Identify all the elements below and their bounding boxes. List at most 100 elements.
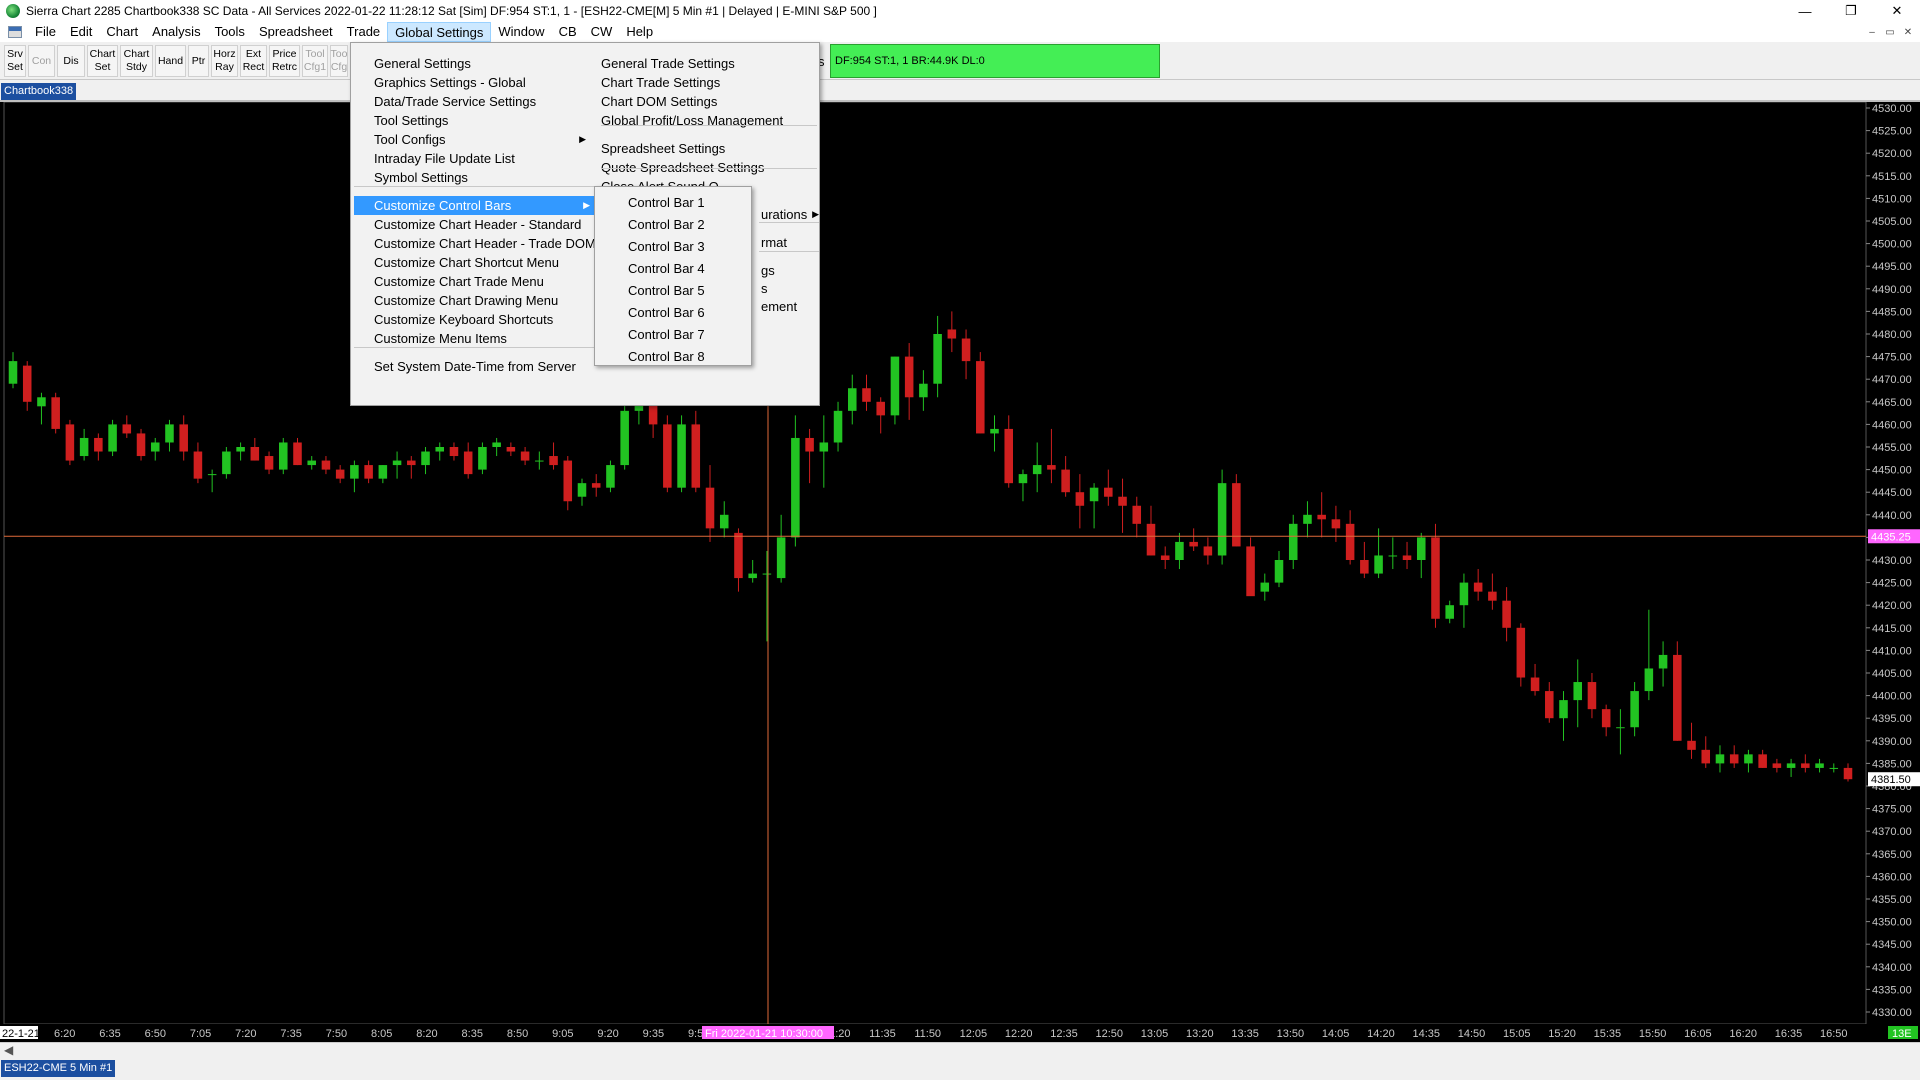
candle-down: [1345, 523, 1355, 560]
price-tick-label: 4480.00: [1872, 329, 1912, 341]
title-bar: Sierra Chart 2285 Chartbook338 SC Data -…: [0, 0, 1920, 22]
menu-help[interactable]: Help: [619, 22, 660, 42]
price-tick-label: 4455.00: [1872, 442, 1912, 454]
menu-item-customize-chart-drawing-menu[interactable]: Customize Chart Drawing Menu: [354, 291, 594, 310]
menu-item-customize-chart-trade-menu[interactable]: Customize Chart Trade Menu: [354, 272, 594, 291]
menu-item-customize-chart-shortcut-menu[interactable]: Customize Chart Shortcut Menu: [354, 253, 594, 272]
menu-item-general-settings[interactable]: General Settings: [354, 54, 594, 73]
menu-item-general-trade-settings[interactable]: General Trade Settings: [601, 54, 817, 73]
scroll-left-arrow-icon[interactable]: ◀: [4, 1043, 13, 1057]
menu-item-tool-settings[interactable]: Tool Settings: [354, 111, 594, 130]
menu-item-control-bar-2[interactable]: Control Bar 2: [595, 215, 751, 234]
menu-item-chart-trade-settings[interactable]: Chart Trade Settings: [601, 73, 817, 92]
menu-item-control-bar-8[interactable]: Control Bar 8: [595, 347, 751, 366]
time-tick-label: 11:50: [914, 1028, 941, 1040]
price-tick-label: 4525.00: [1872, 126, 1912, 138]
candle-down: [51, 397, 60, 429]
menu-item-customize-chart-header-standard[interactable]: Customize Chart Header - Standard: [354, 215, 594, 234]
menu-item-set-system-date-time-from-server[interactable]: Set System Date-Time from Server: [354, 357, 594, 376]
toolbar-button-srv-set[interactable]: Srv Set: [4, 45, 26, 77]
candle-up: [719, 514, 729, 529]
submenu-arrow-icon: ▶: [579, 134, 586, 144]
menu-item-control-bar-7[interactable]: Control Bar 7: [595, 325, 751, 344]
price-chart[interactable]: 4530.00 4525.00 4520.00 4515.00 4510.00 4505.…: [0, 102, 1920, 1042]
menu-global-settings[interactable]: Global Settings: [387, 22, 492, 42]
menu-item-intraday-file-update-list[interactable]: Intraday File Update List: [354, 149, 594, 168]
candle-down: [705, 487, 715, 529]
candle-up: [1445, 605, 1454, 619]
toolbar-button-ptr[interactable]: Ptr: [188, 45, 209, 77]
system-menu-icon[interactable]: [8, 26, 22, 38]
candle-up: [492, 442, 501, 447]
candle-down: [1402, 555, 1412, 560]
toolbar-button-too-cfg[interactable]: Too Cfg: [330, 45, 348, 77]
menu-item-s[interactable]: s: [761, 279, 821, 298]
price-tick-label: 4470.00: [1872, 374, 1912, 386]
menu-cb[interactable]: CB: [552, 22, 584, 42]
menu-item-label: ement: [761, 299, 798, 314]
menu-spreadsheet[interactable]: Spreadsheet: [252, 22, 340, 42]
menu-item-customize-control-bars[interactable]: Customize Control Bars ▶: [354, 196, 598, 215]
menu-item-tool-configs[interactable]: Tool Configs ▶: [354, 130, 594, 149]
candle-down: [1104, 487, 1113, 497]
menu-analysis[interactable]: Analysis: [145, 22, 207, 42]
candle-down: [94, 437, 103, 452]
menu-item-gs[interactable]: gs: [761, 261, 821, 280]
menu-item-control-bar-6[interactable]: Control Bar 6: [595, 303, 751, 322]
mdi-close-button[interactable]: ✕: [1900, 24, 1916, 40]
menu-item-control-bar-5[interactable]: Control Bar 5: [595, 281, 751, 300]
toolbar-button-tool-cfg1[interactable]: Tool Cfg1: [302, 45, 328, 77]
chart-svg[interactable]: 4530.00 4525.00 4520.00 4515.00 4510.00 4505.…: [0, 102, 1920, 1042]
close-button[interactable]: ✕: [1874, 0, 1920, 22]
toolbar-button-con[interactable]: Con: [28, 45, 55, 77]
minimize-button[interactable]: —: [1782, 0, 1828, 22]
mdi-minimize-button[interactable]: –: [1864, 24, 1880, 40]
candle-down: [1232, 483, 1241, 547]
toolbar-button-hand[interactable]: Hand: [155, 45, 186, 77]
menu-item-control-bar-3[interactable]: Control Bar 3: [595, 237, 751, 256]
candle-up: [1630, 691, 1639, 728]
time-tick-label: 14:05: [1322, 1028, 1350, 1040]
menu-item-label: Customize Keyboard Shortcuts: [374, 312, 554, 327]
menu-item-data-trade-service-settings[interactable]: Data/Trade Service Settings: [354, 92, 594, 111]
menu-window[interactable]: Window: [491, 22, 551, 42]
chartbook-tab[interactable]: Chartbook338: [1, 83, 77, 100]
candle-up: [1616, 727, 1625, 729]
toolbar-button-price-retrc[interactable]: Price Retrc: [269, 45, 300, 77]
menu-item-customize-keyboard-shortcuts[interactable]: Customize Keyboard Shortcuts: [354, 310, 594, 329]
candle-up: [236, 447, 245, 452]
toolbar-button-chart-stdy[interactable]: Chart Stdy: [120, 45, 153, 77]
menu-item-ement[interactable]: ement: [761, 297, 821, 316]
toolbar-button-chart-set[interactable]: Chart Set: [87, 45, 118, 77]
candle-up: [677, 424, 686, 488]
toolbar-button-horz-ray[interactable]: Horz Ray: [211, 45, 238, 77]
menu-item-chart-dom-settings[interactable]: Chart DOM Settings: [601, 92, 817, 111]
horizontal-scrollbar[interactable]: ◀: [0, 1042, 1920, 1058]
menu-item-customize-menu-items[interactable]: Customize Menu Items: [354, 329, 594, 348]
menu-edit[interactable]: Edit: [63, 22, 99, 42]
menu-item-control-bar-1[interactable]: Control Bar 1: [595, 193, 751, 212]
menu-item-control-bar-4[interactable]: Control Bar 4: [595, 259, 751, 278]
time-tick-label: 12:50: [1095, 1028, 1123, 1040]
candle-up: [776, 537, 786, 579]
menu-item-customize-chart-header-trade-dom[interactable]: Customize Chart Header - Trade DOM: [354, 234, 596, 253]
menu-trade[interactable]: Trade: [340, 22, 387, 42]
time-tick-label: 9:35: [643, 1028, 664, 1040]
menu-file[interactable]: File: [28, 22, 63, 42]
menu-tools[interactable]: Tools: [208, 22, 252, 42]
candle-down: [1160, 555, 1170, 560]
menu-chart[interactable]: Chart: [99, 22, 145, 42]
menu-item-global-profit-loss-management[interactable]: Global Profit/Loss Management: [601, 111, 817, 130]
menu-cw[interactable]: CW: [584, 22, 620, 42]
toolbar-button-dis[interactable]: Dis: [57, 45, 85, 77]
toolbar-button-ext-rect[interactable]: Ext Rect: [240, 45, 267, 77]
mdi-restore-button[interactable]: ▭: [1882, 24, 1898, 40]
menu-item-spreadsheet-settings[interactable]: Spreadsheet Settings: [601, 139, 817, 158]
maximize-button[interactable]: ❐: [1828, 0, 1874, 22]
price-tick-label: 4355.00: [1872, 894, 1912, 906]
candle-up: [279, 442, 288, 470]
menu-item-graphics-settings-global[interactable]: Graphics Settings - Global: [354, 73, 594, 92]
menu-item-symbol-settings[interactable]: Symbol Settings: [354, 168, 594, 187]
chart-tab[interactable]: ESH22-CME 5 Min #1: [1, 1060, 116, 1077]
menu-item-rmat[interactable]: rmat: [761, 233, 821, 252]
